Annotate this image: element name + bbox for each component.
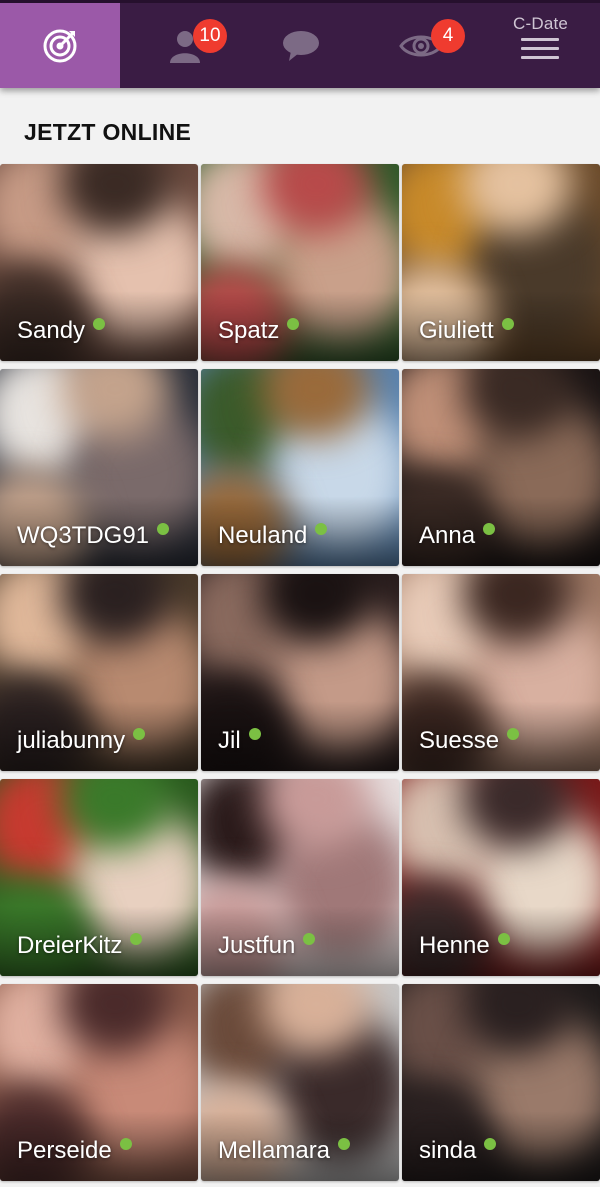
profile-tile[interactable]: Neuland: [201, 369, 399, 566]
profile-name: juliabunny: [17, 727, 126, 754]
profile-label: Mellamara: [218, 1137, 351, 1165]
online-status-dot: [501, 318, 514, 330]
profile-label: DreierKitz: [17, 932, 143, 960]
profile-tile[interactable]: Mellamara: [201, 984, 399, 1181]
online-status-dot: [93, 318, 106, 330]
profile-label: sinda: [419, 1137, 497, 1165]
profile-name: Spatz: [218, 317, 280, 344]
profile-label: Perseide: [17, 1137, 132, 1165]
online-status-dot: [507, 728, 520, 740]
profile-name: Perseide: [17, 1137, 112, 1164]
profile-tile[interactable]: DreierKitz: [0, 779, 198, 976]
profile-name: Suesse: [419, 727, 500, 754]
brand-logo-text: C-Date: [513, 14, 569, 33]
profile-label: Suesse: [419, 727, 520, 755]
profile-label: Jil: [218, 727, 261, 755]
profile-tile[interactable]: Anna: [402, 369, 600, 566]
profile-label: juliabunny: [17, 727, 146, 755]
profile-name: WQ3TDG91: [17, 522, 150, 549]
profile-tile[interactable]: Perseide: [0, 984, 198, 1181]
online-status-dot: [483, 523, 496, 535]
profile-label: WQ3TDG91: [17, 522, 170, 550]
profile-name: Neuland: [218, 522, 308, 549]
nav-messages-button[interactable]: [276, 3, 326, 88]
top-navigation-bar: 10 4 C-Date: [0, 0, 600, 88]
online-status-dot: [497, 933, 510, 945]
profile-tile[interactable]: Sandy: [0, 164, 198, 361]
profile-tile[interactable]: WQ3TDG91: [0, 369, 198, 566]
profile-name: Henne: [419, 932, 490, 959]
nav-contacts-button[interactable]: 10: [150, 3, 227, 88]
profile-tile[interactable]: Spatz: [201, 164, 399, 361]
profile-name: Giuliett: [419, 317, 494, 344]
profile-name: Anna: [419, 522, 476, 549]
profile-label: Neuland: [218, 522, 328, 550]
online-status-dot: [287, 318, 300, 330]
online-status-dot: [157, 523, 170, 535]
profile-name: Mellamara: [218, 1137, 331, 1164]
profile-grid: Sandy Spatz Giuliett WQ3TDG91 Neuland Anna jul…: [0, 164, 600, 1181]
target-icon: [43, 29, 77, 62]
contacts-badge: 10: [193, 19, 227, 53]
section-title: JETZT ONLINE: [24, 119, 192, 145]
profile-tile[interactable]: Henne: [402, 779, 600, 976]
profile-name: Justfun: [218, 932, 296, 959]
online-status-dot: [315, 523, 328, 535]
visitors-badge: 4: [431, 19, 465, 53]
profile-tile[interactable]: Suesse: [402, 574, 600, 771]
nav-visitors-button[interactable]: 4: [393, 3, 465, 88]
online-status-dot: [338, 1138, 351, 1150]
profile-tile[interactable]: Jil: [201, 574, 399, 771]
profile-tile[interactable]: juliabunny: [0, 574, 198, 771]
online-status-dot: [119, 1138, 132, 1150]
profile-name: Jil: [218, 727, 241, 754]
profile-label: Giuliett: [419, 317, 514, 345]
profile-label: Justfun: [218, 932, 316, 960]
profile-tile[interactable]: Giuliett: [402, 164, 600, 361]
profile-name: sinda: [419, 1137, 477, 1164]
profile-tile[interactable]: Justfun: [201, 779, 399, 976]
profile-label: Spatz: [218, 317, 300, 345]
online-status-dot: [248, 728, 261, 740]
chat-bubble-icon: [283, 30, 319, 61]
profile-name: DreierKitz: [17, 932, 123, 959]
profile-tile[interactable]: sinda: [402, 984, 600, 1181]
profile-label: Sandy: [17, 317, 106, 345]
menu-icon[interactable]: [521, 38, 559, 59]
online-status-dot: [133, 728, 146, 740]
online-status-dot: [303, 933, 316, 945]
profile-name: Sandy: [17, 317, 86, 344]
profile-label: Anna: [419, 522, 496, 550]
online-status-dot: [484, 1138, 497, 1150]
online-status-dot: [130, 933, 143, 945]
profile-label: Henne: [419, 932, 510, 960]
nav-discover-button[interactable]: [0, 3, 120, 88]
